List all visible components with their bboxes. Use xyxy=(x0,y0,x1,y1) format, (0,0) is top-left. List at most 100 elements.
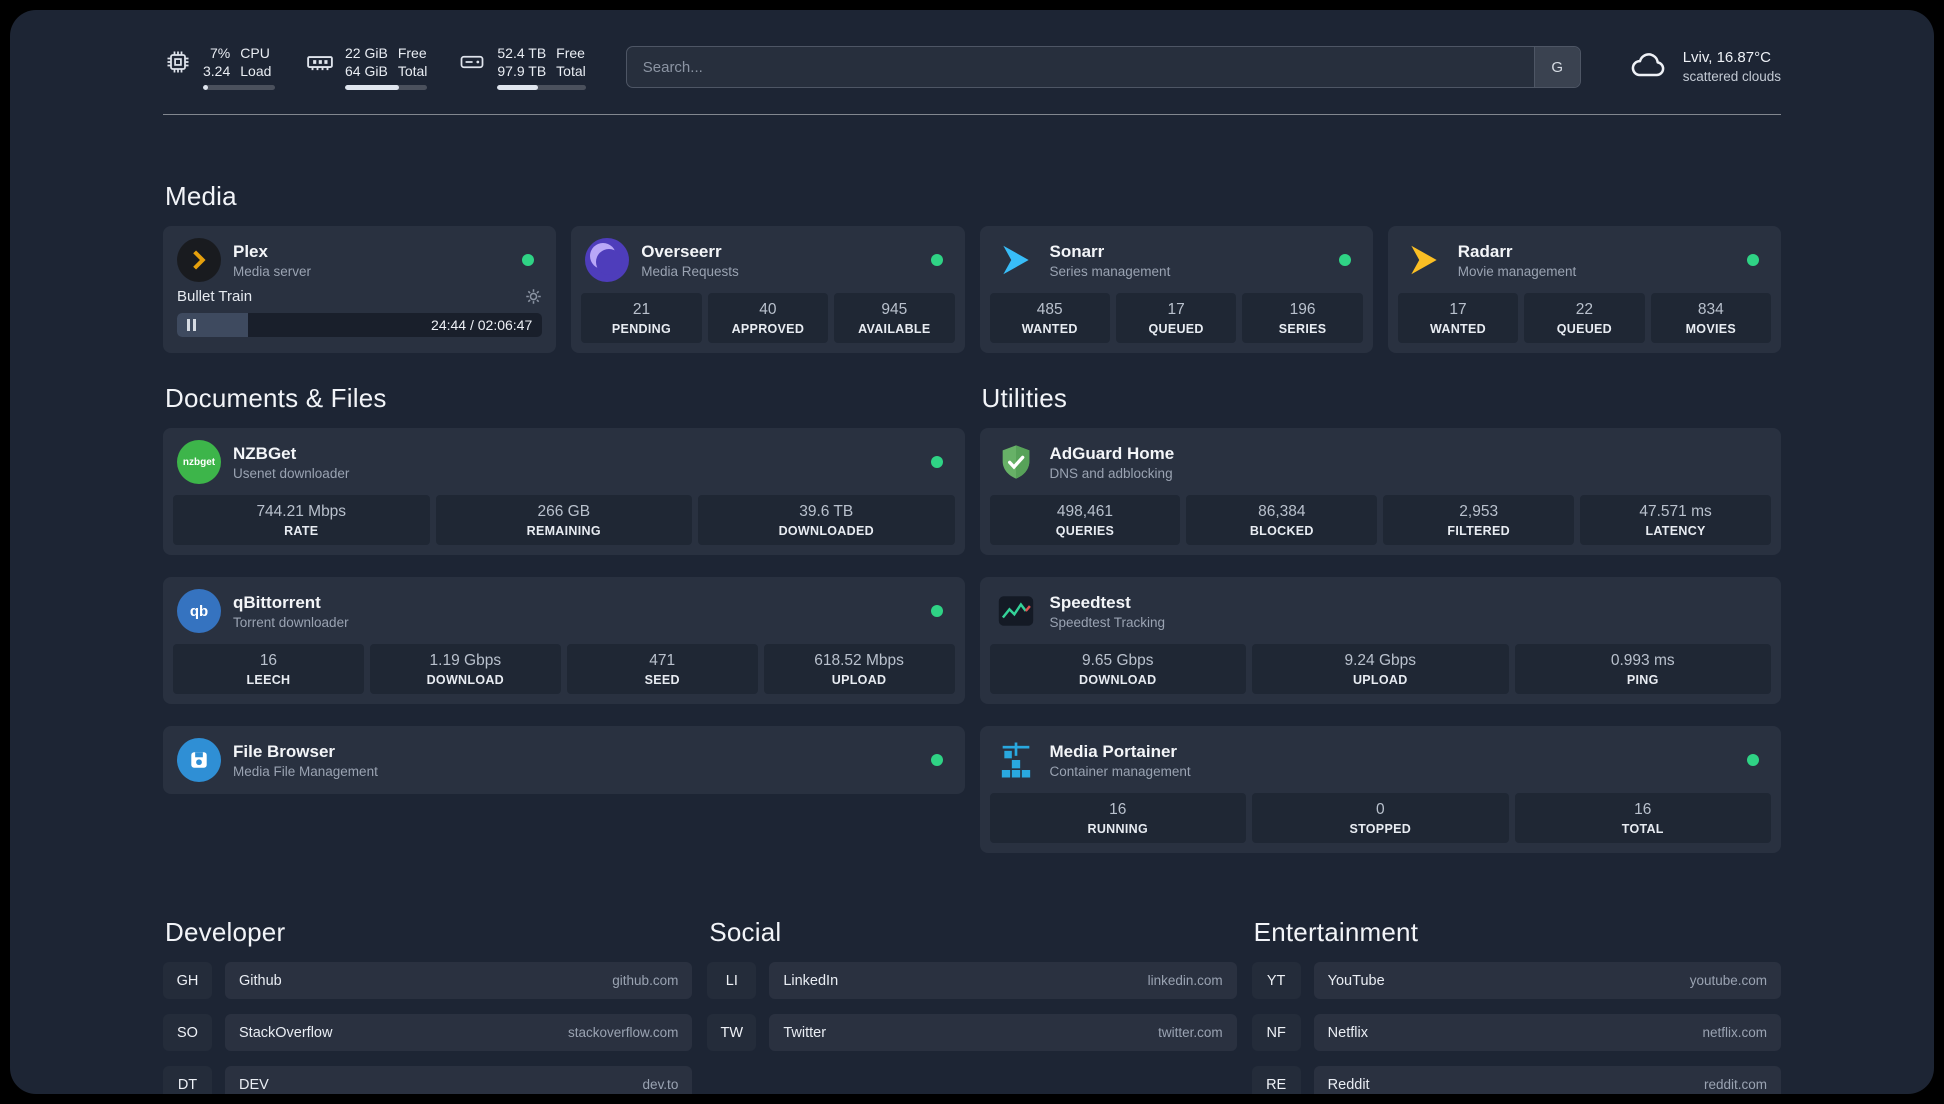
stat-upload: 9.24 Gbps UPLOAD xyxy=(1252,644,1509,695)
memory-total-value: 64 GiB xyxy=(345,63,388,80)
nzbget-icon: nzbget xyxy=(177,440,221,485)
memory-icon xyxy=(305,47,335,77)
card-adguard: AdGuard Home DNS and adblocking 498,461 … xyxy=(979,428,1781,556)
bookmark-abbr: SO xyxy=(163,1014,212,1052)
search-box[interactable]: G xyxy=(625,46,1581,89)
stat-wanted: 485 WANTED xyxy=(989,293,1110,344)
now-playing-title: Bullet Train xyxy=(177,288,253,306)
stat-seed: 471 SEED xyxy=(566,644,758,695)
bookmark-dev[interactable]: DT DEV dev.to xyxy=(163,1066,693,1094)
bookmark-abbr: DT xyxy=(163,1066,212,1094)
bookmark-abbr: YT xyxy=(1251,962,1301,1000)
resource-widgets: 7% 3.24 CPU Load 22 GiB 64 GiB Free Tota… xyxy=(163,44,586,91)
stat-download: 1.19 Gbps DOWNLOAD xyxy=(369,644,561,695)
stat-filtered: 2,953 FILTERED xyxy=(1383,495,1575,546)
stat-downloaded: 39.6 TB DOWNLOADED xyxy=(698,495,955,546)
bookmark-reddit[interactable]: RE Reddit reddit.com xyxy=(1251,1066,1781,1094)
service-subtitle: Container management xyxy=(1049,763,1191,779)
stat-queued: 17 QUEUED xyxy=(1115,293,1237,344)
weather-widget: Lviv, 16.87°C scattered clouds xyxy=(1625,45,1781,90)
cpu-widget: 7% 3.24 CPU Load xyxy=(163,44,275,91)
service-link-sonarr[interactable]: Sonarr Series management xyxy=(990,236,1363,284)
cpu-load-value: 3.24 xyxy=(203,63,231,80)
service-link-adguard[interactable]: AdGuard Home DNS and adblocking xyxy=(990,438,1772,486)
service-link-radarr[interactable]: Radarr Movie management xyxy=(1398,236,1771,284)
sonarr-icon xyxy=(994,238,1038,282)
stat-queries: 498,461 QUERIES xyxy=(989,495,1181,546)
plex-now-playing: Bullet Train 24:44 / 02:06:47 xyxy=(173,288,546,339)
status-dot xyxy=(930,754,943,767)
card-overseerr: Overseerr Media Requests 21 PENDING 40 A… xyxy=(571,226,965,354)
cpu-icon xyxy=(163,47,193,77)
bookmark-abbr: RE xyxy=(1251,1066,1301,1094)
service-name: Radarr xyxy=(1457,241,1513,261)
section-title-media: Media xyxy=(165,181,237,212)
service-link-portainer[interactable]: Media Portainer Container management xyxy=(990,736,1772,784)
service-subtitle: Speedtest Tracking xyxy=(1049,614,1166,630)
service-name: Overseerr xyxy=(641,241,722,261)
settings-gear-icon[interactable] xyxy=(525,288,542,305)
service-link-nzbget[interactable]: nzbget NZBGet Usenet downloader xyxy=(173,438,955,486)
section-documents: Documents & Files nzbget NZBGet Usenet d… xyxy=(163,383,965,795)
service-name: Speedtest xyxy=(1049,592,1131,612)
adguard-shield-icon xyxy=(994,440,1038,484)
topbar-divider xyxy=(163,114,1781,116)
memory-free-label: Free xyxy=(397,45,427,61)
stat-wanted: 17 WANTED xyxy=(1397,293,1519,344)
card-nzbget: nzbget NZBGet Usenet downloader 744.21 M… xyxy=(163,428,965,556)
search-input[interactable] xyxy=(625,46,1581,89)
service-link-filebrowser[interactable]: File Browser Media File Management xyxy=(173,736,955,784)
service-link-speedtest[interactable]: Speedtest Speedtest Tracking xyxy=(990,587,1772,635)
memory-widget: 22 GiB 64 GiB Free Total xyxy=(305,44,428,91)
bookmark-github[interactable]: GH Github github.com xyxy=(163,962,693,1000)
stat-stopped: 0 STOPPED xyxy=(1252,793,1509,844)
speedtest-icon xyxy=(994,589,1038,633)
card-radarr: Radarr Movie management 17 WANTED 22 QUE… xyxy=(1387,226,1781,354)
plex-icon xyxy=(177,238,221,283)
stat-latency: 47.571 ms LATENCY xyxy=(1580,495,1771,546)
card-plex: Plex Media server Bullet Train 24:44 / 0… xyxy=(163,226,557,354)
bookmark-stackoverflow[interactable]: SO StackOverflow stackoverflow.com xyxy=(163,1014,693,1052)
cpu-progress-bar xyxy=(203,85,275,91)
disk-total-value: 97.9 TB xyxy=(497,63,547,80)
service-link-overseerr[interactable]: Overseerr Media Requests xyxy=(581,236,954,284)
service-name: Plex xyxy=(233,241,268,261)
pause-icon[interactable] xyxy=(187,319,196,332)
stat-blocked: 86,384 BLOCKED xyxy=(1186,495,1378,546)
service-link-qbittorrent[interactable]: qb qBittorrent Torrent downloader xyxy=(173,587,955,635)
service-name: qBittorrent xyxy=(233,592,321,612)
status-dot xyxy=(1338,254,1351,267)
bookmark-abbr: NF xyxy=(1251,1014,1301,1052)
disk-total-label: Total xyxy=(556,63,586,80)
cloud-icon xyxy=(1625,45,1671,90)
disk-free-value: 52.4 TB xyxy=(497,45,547,61)
section-utilities: Utilities AdGuard Home DNS and adblockin… xyxy=(979,383,1781,854)
bookmark-netflix[interactable]: NF Netflix netflix.com xyxy=(1251,1014,1781,1052)
stat-running: 16 RUNNING xyxy=(989,793,1246,844)
weather-location: Lviv, 16.87°C xyxy=(1682,48,1771,66)
cpu-label: CPU xyxy=(240,45,270,61)
status-dot xyxy=(522,254,535,267)
service-name: AdGuard Home xyxy=(1049,443,1175,463)
section-title-social: Social xyxy=(709,917,782,948)
cpu-load-label: Load xyxy=(240,63,272,80)
stat-total: 16 TOTAL xyxy=(1514,793,1771,844)
qbittorrent-icon: qb xyxy=(177,589,221,634)
disk-progress-bar xyxy=(497,85,586,91)
section-title-utilities: Utilities xyxy=(981,383,1068,414)
stat-download: 9.65 Gbps DOWNLOAD xyxy=(989,644,1246,695)
card-portainer: Media Portainer Container management 16 … xyxy=(979,726,1781,854)
bookmark-twitter[interactable]: TW Twitter twitter.com xyxy=(707,1014,1237,1052)
bookmark-abbr: TW xyxy=(707,1014,757,1052)
status-dot xyxy=(930,605,943,618)
service-name: NZBGet xyxy=(233,443,297,463)
bookmark-youtube[interactable]: YT YouTube youtube.com xyxy=(1251,962,1781,1000)
stat-pending: 21 PENDING xyxy=(581,293,702,344)
search-provider-button[interactable]: G xyxy=(1533,47,1580,88)
playback-time: 24:44 / 02:06:47 xyxy=(431,317,533,334)
bookmark-linkedin[interactable]: LI LinkedIn linkedin.com xyxy=(707,962,1237,1000)
section-title-developer: Developer xyxy=(165,917,286,948)
service-link-plex[interactable]: Plex Media server xyxy=(173,236,546,284)
card-qbittorrent: qb qBittorrent Torrent downloader 16 LEE… xyxy=(163,577,965,705)
service-name: Media Portainer xyxy=(1049,741,1178,761)
